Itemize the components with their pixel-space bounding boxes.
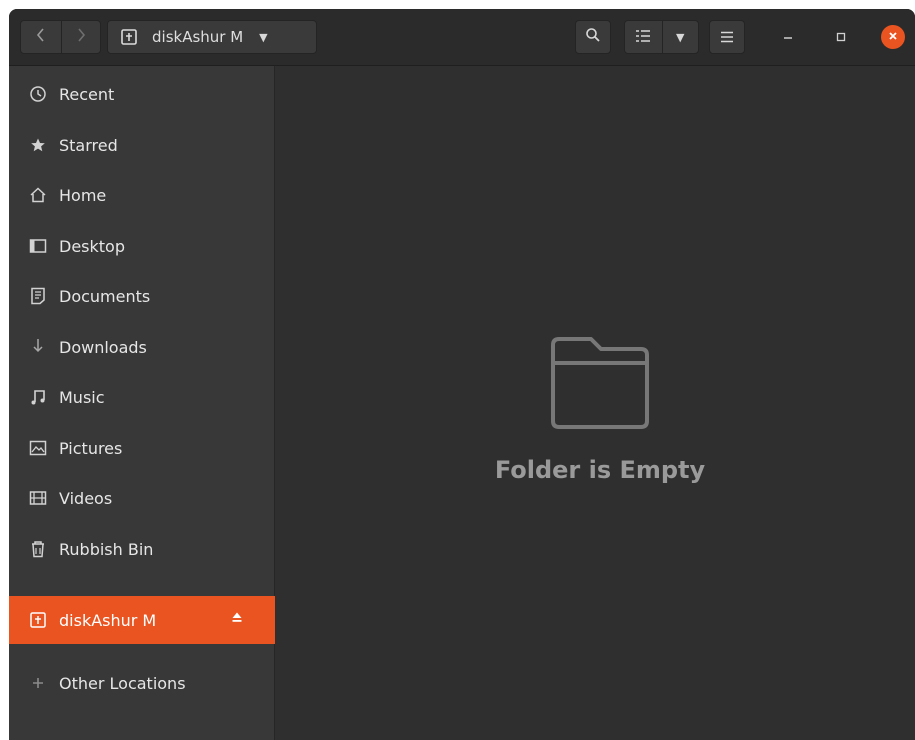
empty-folder-message: Folder is Empty [494, 456, 706, 484]
drive-icon [27, 610, 49, 630]
sidebar-item-label: Other Locations [59, 673, 186, 693]
music-icon [27, 387, 49, 407]
sidebar-item-documents[interactable]: Documents [9, 272, 275, 320]
trash-icon [27, 539, 49, 559]
sidebar-item-desktop[interactable]: Desktop [9, 222, 275, 270]
list-view-icon [635, 28, 651, 47]
sidebar-item-rubbish-bin[interactable]: Rubbish Bin [9, 525, 275, 573]
sidebar-item-label: Rubbish Bin [59, 539, 154, 559]
sidebar-item-music[interactable]: Music [9, 373, 275, 421]
sidebar-item-home[interactable]: Home [9, 171, 275, 219]
sidebar-item-diskashur[interactable]: diskAshur M [9, 596, 275, 644]
view-options-group: ▼ [624, 20, 699, 54]
download-icon [27, 337, 49, 357]
sidebar-item-label: diskAshur M [59, 610, 157, 630]
sidebar-item-pictures[interactable]: Pictures [9, 424, 275, 472]
list-view-button[interactable] [625, 21, 662, 53]
search-button[interactable] [575, 20, 611, 54]
folder-icon [545, 331, 655, 433]
maximize-button[interactable] [829, 25, 853, 49]
hamburger-menu-icon [720, 28, 734, 47]
sidebar-item-starred[interactable]: Starred [9, 121, 275, 169]
sidebar-item-label: Documents [59, 286, 151, 306]
file-manager-window: diskAshur M ▼ ▼ Recent Starred Home Desk… [9, 9, 915, 740]
sidebar: Recent Starred Home Desktop Documents Do… [9, 66, 275, 740]
chevron-right-icon [76, 27, 86, 47]
path-label: diskAshur M [152, 28, 244, 46]
back-button[interactable] [21, 21, 61, 53]
sidebar-item-label: Home [59, 185, 107, 205]
search-icon [585, 27, 601, 47]
sidebar-item-label: Downloads [59, 337, 147, 357]
eject-icon[interactable] [231, 611, 243, 627]
close-icon [888, 29, 898, 45]
sidebar-item-recent[interactable]: Recent [9, 70, 275, 118]
sidebar-item-other-locations[interactable]: Other Locations [9, 659, 275, 707]
sidebar-item-downloads[interactable]: Downloads [9, 323, 275, 371]
sidebar-item-label: Music [59, 387, 105, 407]
plus-icon [27, 673, 49, 693]
view-dropdown-button[interactable]: ▼ [661, 21, 699, 53]
chevron-left-icon [36, 27, 46, 47]
path-bar-button[interactable]: diskAshur M ▼ [107, 20, 317, 54]
header-bar: diskAshur M ▼ ▼ [9, 9, 915, 66]
maximize-icon [835, 28, 847, 47]
clock-icon [27, 84, 49, 104]
sidebar-item-label: Videos [59, 488, 113, 508]
file-view[interactable]: Folder is Empty [275, 66, 915, 740]
sidebar-item-label: Desktop [59, 236, 125, 256]
minimize-icon [782, 28, 794, 47]
video-icon [27, 488, 49, 508]
drive-icon [120, 28, 138, 46]
desktop-icon [27, 236, 49, 256]
forward-button[interactable] [60, 21, 101, 53]
caret-down-icon: ▼ [676, 30, 685, 44]
sidebar-item-videos[interactable]: Videos [9, 474, 275, 522]
sidebar-item-label: Starred [59, 135, 118, 155]
caret-down-icon: ▼ [259, 30, 268, 44]
home-icon [27, 185, 49, 205]
close-button[interactable] [881, 25, 905, 49]
minimize-button[interactable] [776, 25, 800, 49]
picture-icon [27, 438, 49, 458]
sidebar-item-label: Pictures [59, 438, 123, 458]
sidebar-item-label: Recent [59, 84, 115, 104]
navigation-buttons [20, 20, 101, 54]
star-icon [27, 135, 49, 155]
document-icon [27, 286, 49, 306]
menu-button[interactable] [709, 20, 745, 54]
